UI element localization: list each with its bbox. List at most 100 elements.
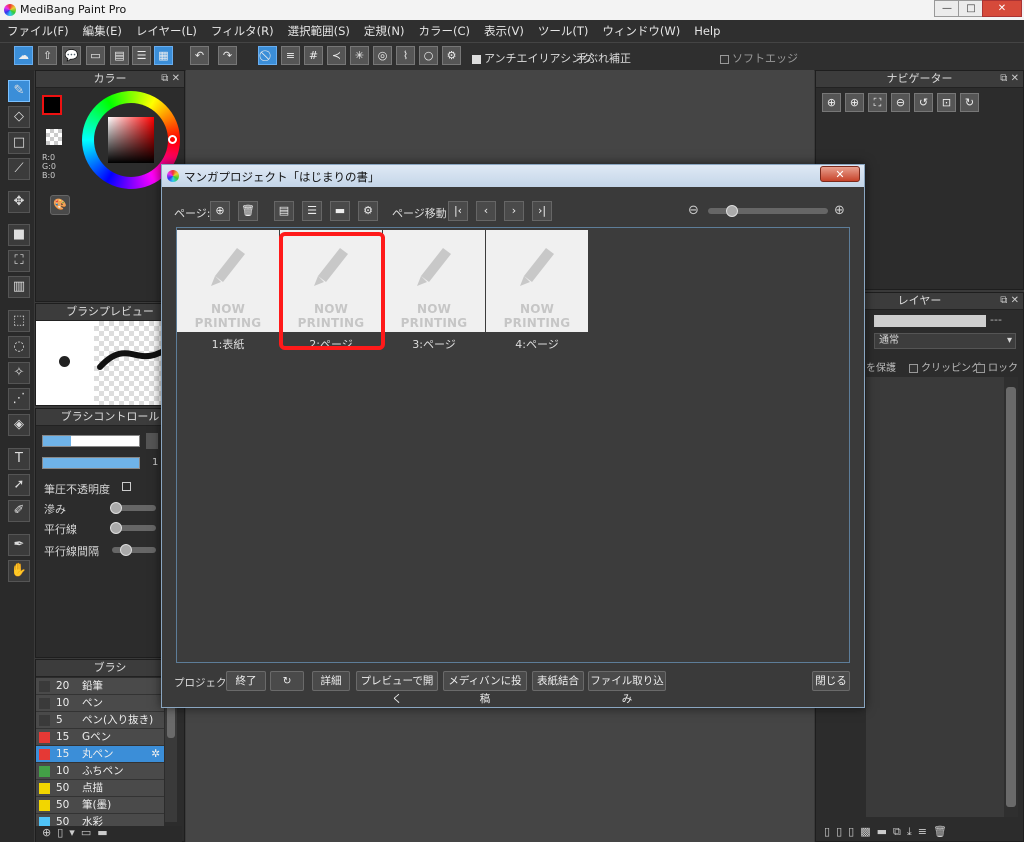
line-tool-icon[interactable]: ⟋ xyxy=(8,158,30,180)
select-tool-icon[interactable]: ⬚ xyxy=(8,310,30,332)
menu-file[interactable]: ファイル(F) xyxy=(0,23,76,39)
page-settings-icon[interactable]: ⚙ xyxy=(358,201,378,221)
eyedropper-icon[interactable]: ✒ xyxy=(8,534,30,556)
brush-list-item[interactable]: 15 Gペン xyxy=(36,729,164,746)
palette-icon[interactable]: 🎨 xyxy=(50,195,70,215)
dialog-close-button[interactable]: 閉じる xyxy=(812,671,850,691)
antialias-toggle[interactable]: アンチエイリアシング xyxy=(472,50,593,66)
zoom-out-icon[interactable]: ⊖ xyxy=(688,203,699,218)
end-button[interactable]: 終了 xyxy=(226,671,266,691)
new-brush-icon[interactable]: ▯ xyxy=(57,826,63,842)
parallel-spacing-knob[interactable] xyxy=(120,544,132,556)
bucket-tool-icon[interactable]: ⛶ xyxy=(8,250,30,272)
soft-edge-checkbox[interactable] xyxy=(720,54,729,64)
antialias-checkbox[interactable] xyxy=(472,54,481,64)
menu-filter[interactable]: フィルタ(R) xyxy=(204,23,281,39)
hue-marker[interactable] xyxy=(168,135,177,144)
brush-size-spin[interactable] xyxy=(146,433,158,449)
foreground-color-swatch[interactable] xyxy=(42,95,62,115)
fit-window-icon[interactable]: ⛶ xyxy=(868,93,887,112)
brush-list-item[interactable]: 10 ふちペン xyxy=(36,763,164,780)
concentric-snap-icon[interactable]: ◎ xyxy=(373,46,392,65)
brush-tool-icon[interactable]: ✎ xyxy=(8,80,30,102)
thumbnail-zoom-knob[interactable] xyxy=(726,205,738,217)
delete-layer-icon[interactable]: 🗑 xyxy=(933,825,947,839)
blend-mode-select[interactable]: 通常 ▾ xyxy=(874,333,1016,349)
new-8bit-layer-icon[interactable]: ▯ xyxy=(848,825,854,839)
page-thumbnail-grid[interactable]: NOW PRINTING 1:表紙 NOW PRINTING 2:ページ NOW… xyxy=(176,227,850,663)
clipping-checkbox[interactable] xyxy=(909,363,918,373)
share-icon[interactable]: ⇧ xyxy=(38,46,57,65)
brush-menu-icon[interactable]: ▾ xyxy=(69,826,75,842)
undo-icon[interactable]: ↶ xyxy=(190,46,209,65)
page-icon[interactable]: ▤ xyxy=(110,46,129,65)
lock-toggle[interactable]: ロック xyxy=(976,359,1018,374)
parallel-snap-icon[interactable]: ≡ xyxy=(281,46,300,65)
page-detail-icon[interactable]: ☰ xyxy=(302,201,322,221)
dot-tool-icon[interactable]: □ xyxy=(8,132,30,154)
clipping-toggle[interactable]: クリッピング xyxy=(909,359,981,374)
transparent-color-swatch[interactable] xyxy=(46,129,62,145)
curve-snap-icon[interactable]: ⌇ xyxy=(396,46,415,65)
dialog-close-icon[interactable]: ✕ xyxy=(820,166,860,182)
next-page-icon[interactable]: › xyxy=(504,201,524,221)
new-halftone-layer-icon[interactable]: ▯ xyxy=(836,825,842,839)
zoom-out-icon[interactable]: ⊖ xyxy=(891,93,910,112)
brush-list-item[interactable]: 10 ペン xyxy=(36,695,164,712)
panel-float-close-icon[interactable]: ⧉ ✕ xyxy=(1000,293,1019,309)
brush-folder-icon[interactable]: ▬ xyxy=(97,826,107,842)
select-eraser-icon[interactable]: ◈ xyxy=(8,414,30,436)
menu-tool[interactable]: ツール(T) xyxy=(531,23,596,39)
layer-scrollbar[interactable] xyxy=(1004,377,1018,817)
page-list-icon[interactable]: ☰ xyxy=(132,46,151,65)
new-layer-icon[interactable]: ▯ xyxy=(824,825,830,839)
page-thumbnail[interactable]: NOW PRINTING xyxy=(486,230,588,332)
parallel-knob[interactable] xyxy=(110,522,122,534)
duplicate-layer-icon[interactable]: ⧉ xyxy=(893,825,901,839)
parallel-spacing-slider[interactable] xyxy=(112,547,156,553)
reset-rotation-icon[interactable]: ⊡ xyxy=(937,93,956,112)
select-pen-icon[interactable]: ⋰ xyxy=(8,388,30,410)
gear-icon[interactable]: ✲ xyxy=(151,746,160,762)
brush-list-item[interactable]: 50 点描 xyxy=(36,780,164,797)
magic-wand-icon[interactable]: ✧ xyxy=(8,362,30,384)
rect-fill-tool-icon[interactable]: ■ xyxy=(8,224,30,246)
menu-window[interactable]: ウィンドウ(W) xyxy=(595,23,687,39)
brush-list-item[interactable]: 20 鉛筆 xyxy=(36,678,164,695)
refresh-icon[interactable]: ↻ xyxy=(270,671,304,691)
menu-select[interactable]: 選択範囲(S) xyxy=(281,23,357,39)
menu-layer[interactable]: レイヤー(L) xyxy=(129,23,204,39)
move-tool-icon[interactable]: ✥ xyxy=(8,191,30,213)
import-file-button[interactable]: ファイル取り込み xyxy=(588,671,666,705)
zoom-fit-icon[interactable]: ⊕ xyxy=(822,93,841,112)
brush-list-item[interactable]: 5 ペン(入り抜き) xyxy=(36,712,164,729)
snap-off-icon[interactable]: ⃠ xyxy=(258,46,277,65)
perspective-snap-icon[interactable]: ≺ xyxy=(327,46,346,65)
menu-help[interactable]: Help xyxy=(687,24,727,38)
grid-snap-icon[interactable]: # xyxy=(304,46,323,65)
delete-page-icon[interactable]: 🗑 xyxy=(238,201,258,221)
detail-button[interactable]: 詳細 xyxy=(312,671,350,691)
brush-size-slider[interactable] xyxy=(42,435,140,447)
brush-opacity-slider[interactable] xyxy=(42,457,140,469)
menu-ruler[interactable]: 定規(N) xyxy=(357,23,412,39)
first-page-icon[interactable]: |‹ xyxy=(448,201,468,221)
redo-icon[interactable]: ↷ xyxy=(218,46,237,65)
soft-edge-toggle[interactable]: ソフトエッジ xyxy=(720,50,798,66)
zoom-in-icon[interactable]: ⊕ xyxy=(834,203,845,218)
menu-edit[interactable]: 編集(E) xyxy=(76,23,129,39)
snap-settings-icon[interactable]: ⚙ xyxy=(442,46,461,65)
page-thumbnail[interactable]: NOW PRINTING xyxy=(383,230,485,332)
post-medibang-button[interactable]: メディバンに投稿 xyxy=(443,671,527,705)
add-brush-icon[interactable]: ⊕ xyxy=(42,826,51,842)
cloud-icon[interactable]: ☁ xyxy=(14,46,33,65)
open-folder-icon[interactable]: ▬ xyxy=(330,201,350,221)
rotate-right-icon[interactable]: ↻ xyxy=(960,93,979,112)
divide-tool-icon[interactable]: ✐ xyxy=(8,500,30,522)
add-page-icon[interactable]: ⊕ xyxy=(210,201,230,221)
panel-float-close-icon[interactable]: ⧉ ✕ xyxy=(161,71,180,87)
hand-tool-icon[interactable]: ✋ xyxy=(8,560,30,582)
rotate-left-icon[interactable]: ↺ xyxy=(914,93,933,112)
page-doc-icon[interactable]: ▤ xyxy=(274,201,294,221)
eraser-tool-icon[interactable]: ◇ xyxy=(8,106,30,128)
